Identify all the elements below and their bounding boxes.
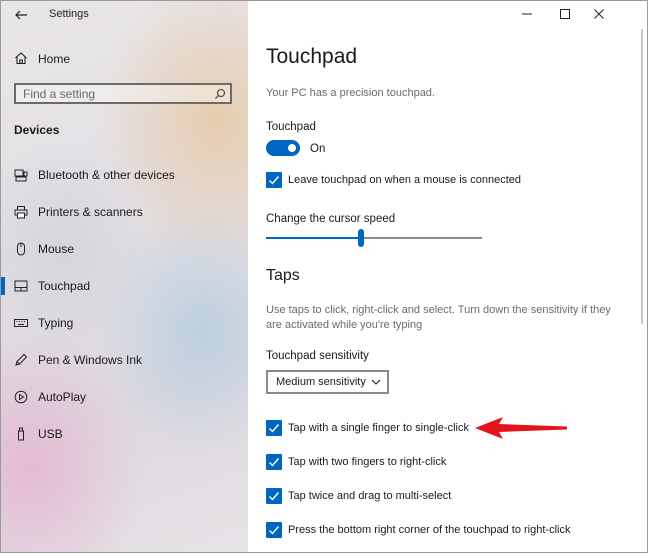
annotation-arrow-icon xyxy=(475,417,567,439)
search-placeholder: Find a setting xyxy=(23,87,96,101)
mouse-icon xyxy=(17,242,25,256)
sidebar-item-label: Printers & scanners xyxy=(38,205,143,219)
sidebar-item-label: Touchpad xyxy=(38,279,91,293)
toggle-state-label: On xyxy=(310,143,326,155)
usb-icon xyxy=(18,427,24,441)
sensitivity-dropdown[interactable]: Medium sensitivity xyxy=(266,370,389,394)
checkbox-label: Leave touchpad on when a mouse is connec… xyxy=(288,174,521,186)
tap-two-fingers-checkbox[interactable]: Tap with two fingers to right-click xyxy=(266,454,636,472)
home-icon xyxy=(15,52,27,65)
chevron-down-icon xyxy=(371,379,381,385)
toggle-knob xyxy=(288,144,296,152)
checkbox-checked[interactable] xyxy=(266,522,282,538)
settings-window: Settings Home Find a setting Devices Blu… xyxy=(0,0,648,553)
scrollbar-thumb[interactable] xyxy=(641,29,643,324)
checkmark-icon xyxy=(269,492,280,501)
close-icon[interactable] xyxy=(589,5,609,23)
touchpad-icon xyxy=(14,280,28,292)
search-input[interactable]: Find a setting xyxy=(14,83,232,104)
sidebar-section-title: Devices xyxy=(14,123,60,137)
tap-single-finger-checkbox[interactable]: Tap with a single finger to single-click xyxy=(266,420,636,438)
sidebar-item-label: Home xyxy=(38,52,71,66)
sidebar-item-typing[interactable]: Typing xyxy=(1,308,248,338)
sensitivity-label: Touchpad sensitivity xyxy=(266,350,369,362)
checkmark-icon xyxy=(269,458,280,467)
cursor-speed-slider-track[interactable] xyxy=(266,237,482,239)
sidebar-item-autoplay[interactable]: AutoPlay xyxy=(1,382,248,412)
checkmark-icon xyxy=(269,526,280,535)
sidebar: Settings Home Find a setting Devices Blu… xyxy=(1,1,248,552)
checkbox-checked[interactable] xyxy=(266,420,282,436)
cursor-speed-label: Change the cursor speed xyxy=(266,213,396,225)
checkbox-label: Tap with two fingers to right-click xyxy=(288,456,447,468)
main-content: Touchpad Your PC has a precision touchpa… xyxy=(248,1,647,552)
sidebar-item-label: AutoPlay xyxy=(38,390,87,404)
keyboard-icon xyxy=(14,319,28,327)
checkmark-icon xyxy=(269,176,280,185)
cursor-speed-slider-fill xyxy=(266,237,361,239)
checkbox-checked[interactable] xyxy=(266,488,282,504)
taps-description: Use taps to click, right-click and selec… xyxy=(266,304,611,331)
bottom-right-corner-checkbox[interactable]: Press the bottom right corner of the tou… xyxy=(266,522,636,540)
maximize-icon[interactable] xyxy=(555,5,575,23)
sidebar-item-label: Typing xyxy=(38,316,74,330)
scrollbar[interactable] xyxy=(641,29,645,329)
taps-heading: Taps xyxy=(266,267,300,284)
checkmark-icon xyxy=(269,424,280,433)
bluetooth-devices-icon xyxy=(14,169,28,182)
active-indicator xyxy=(1,277,5,295)
sidebar-item-label: USB xyxy=(38,427,63,441)
sidebar-item-mouse[interactable]: Mouse xyxy=(1,234,248,264)
page-title: Touchpad xyxy=(266,45,358,68)
touchpad-toggle[interactable] xyxy=(266,140,300,156)
sidebar-item-label: Bluetooth & other devices xyxy=(38,168,175,182)
pen-icon xyxy=(15,353,28,366)
sidebar-item-printers[interactable]: Printers & scanners xyxy=(1,197,248,227)
checkbox-checked[interactable] xyxy=(266,172,282,188)
tap-twice-drag-checkbox[interactable]: Tap twice and drag to multi-select xyxy=(266,488,636,506)
app-title: Settings xyxy=(49,8,89,20)
checkbox-checked[interactable] xyxy=(266,454,282,470)
window-controls xyxy=(517,1,647,29)
sidebar-item-pen[interactable]: Pen & Windows Ink xyxy=(1,345,248,375)
sidebar-item-bluetooth[interactable]: Bluetooth & other devices xyxy=(1,160,248,190)
checkbox-label: Tap with a single finger to single-click xyxy=(288,422,469,434)
sensitivity-selected-value: Medium sensitivity xyxy=(276,376,366,388)
titlebar-left: Settings xyxy=(1,1,248,29)
page-subtitle: Your PC has a precision touchpad. xyxy=(266,87,435,99)
checkbox-label: Press the bottom right corner of the tou… xyxy=(288,524,571,536)
sidebar-item-usb[interactable]: USB xyxy=(1,419,248,449)
search-icon[interactable] xyxy=(214,88,226,100)
sidebar-item-home[interactable]: Home xyxy=(1,47,248,69)
checkbox-label: Tap twice and drag to multi-select xyxy=(288,490,452,502)
printer-icon xyxy=(14,206,28,219)
back-arrow-icon[interactable] xyxy=(13,7,29,23)
leave-touchpad-on-checkbox[interactable]: Leave touchpad on when a mouse is connec… xyxy=(266,172,636,190)
touchpad-label: Touchpad xyxy=(266,121,316,133)
minimize-icon[interactable] xyxy=(517,5,537,23)
sidebar-item-touchpad[interactable]: Touchpad xyxy=(1,271,248,301)
autoplay-icon xyxy=(14,390,28,404)
cursor-speed-slider-thumb[interactable] xyxy=(358,229,364,247)
sidebar-item-label: Pen & Windows Ink xyxy=(38,353,143,367)
sidebar-item-label: Mouse xyxy=(38,242,75,256)
